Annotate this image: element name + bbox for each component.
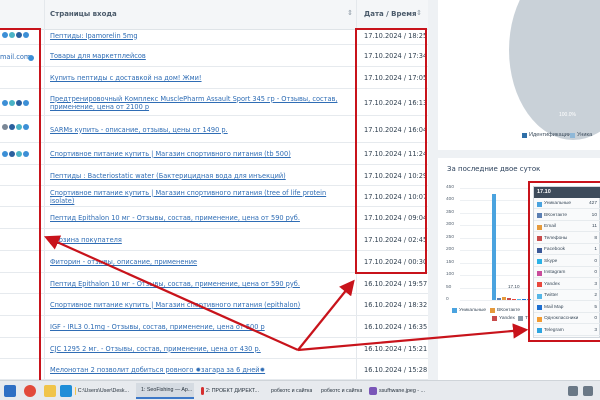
taskbar-item[interactable]: ssufhwane.jpeg - ... xyxy=(366,383,436,399)
taskbar-item[interactable]: C:\Users\User\Desk... xyxy=(72,383,132,399)
app-icon xyxy=(201,387,204,395)
tray-icon[interactable] xyxy=(583,386,593,396)
taskbar: C:\Users\User\Desk... 1: SeoFishing — Ap.… xyxy=(0,380,600,400)
app-icon xyxy=(75,387,76,395)
taskbar-item-label: C:\Users\User\Desk... xyxy=(77,388,129,394)
start-icon[interactable] xyxy=(4,385,16,397)
taskbar-item[interactable]: 1: SeoFishing — Ap... xyxy=(136,383,194,399)
folder-icon[interactable] xyxy=(44,385,56,397)
taskbar-item[interactable]: робкотс и сайтка... xyxy=(266,383,312,399)
taskbar-item-label: 2: ПРОЕКТ ДИРЕКТ... xyxy=(205,388,259,394)
taskbar-item[interactable]: 2: ПРОЕКТ ДИРЕКТ... xyxy=(198,383,262,399)
arrow-line xyxy=(43,235,299,352)
taskbar-item-label: 1: SeoFishing — Ap... xyxy=(141,387,193,393)
annotation-arrows xyxy=(43,235,529,352)
taskbar-item-label: ssufhwane.jpeg - ... xyxy=(379,388,425,394)
taskbar-item[interactable]: робкотс и сайтка... xyxy=(316,383,362,399)
screenshot-area: Страницы входа ⇕ Дата / Время ⇕ Пептиды:… xyxy=(0,0,600,380)
taskbar-item-label: робкотс и сайтка... xyxy=(321,388,362,394)
taskbar-item-label: робкотс и сайтка... xyxy=(271,388,312,394)
app-icon xyxy=(369,387,377,395)
arrow-line xyxy=(297,323,529,352)
app-icon[interactable] xyxy=(60,385,72,397)
arrow-line xyxy=(297,279,355,351)
tray-icon[interactable] xyxy=(568,386,578,396)
chrome-icon[interactable] xyxy=(24,385,36,397)
